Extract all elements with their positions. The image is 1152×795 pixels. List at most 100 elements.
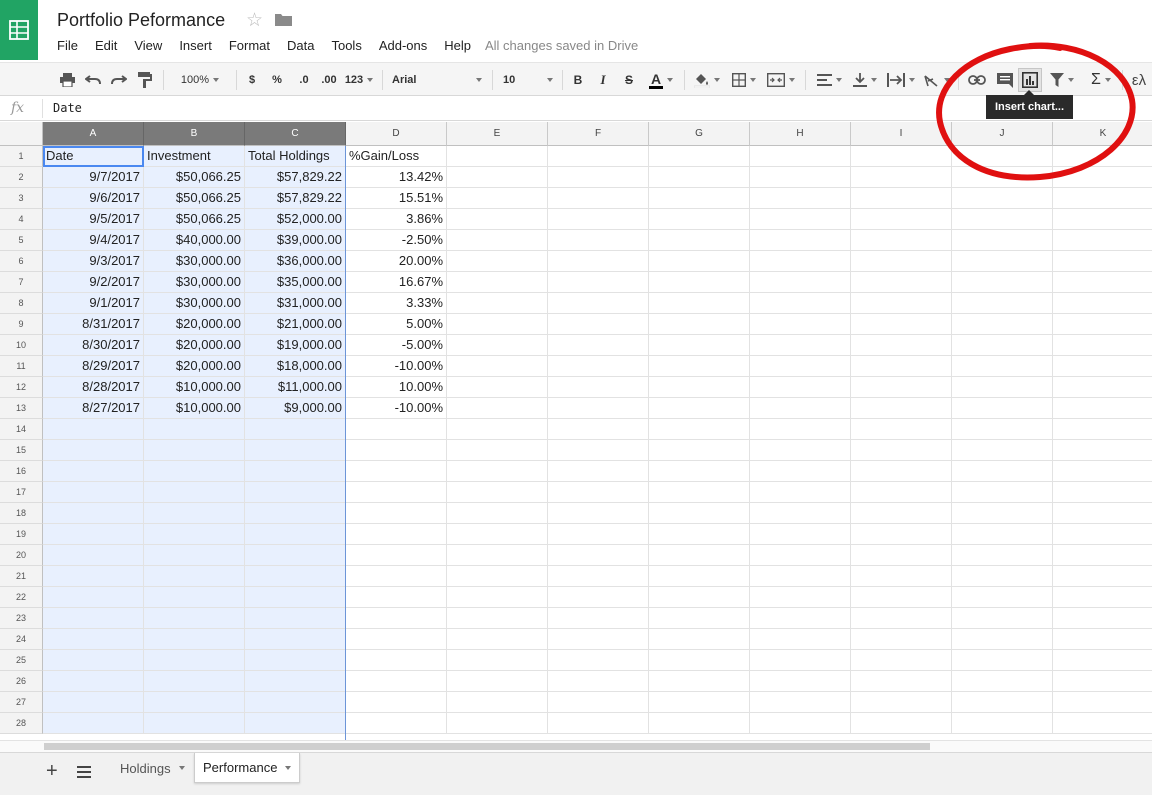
row-header-23[interactable]: 23 [0, 608, 43, 629]
cell-d19[interactable] [346, 524, 447, 545]
cell-j13[interactable] [952, 398, 1053, 419]
cell-k26[interactable] [1053, 671, 1152, 692]
row-header-6[interactable]: 6 [0, 251, 43, 272]
cell-k24[interactable] [1053, 629, 1152, 650]
cell-d21[interactable] [346, 566, 447, 587]
chevron-down-icon[interactable] [285, 765, 292, 770]
cell-b20[interactable] [144, 545, 245, 566]
cell-g12[interactable] [649, 377, 750, 398]
cell-f6[interactable] [548, 251, 649, 272]
cell-a10[interactable]: 8/30/2017 [43, 335, 144, 356]
cell-a8[interactable]: 9/1/2017 [43, 293, 144, 314]
cell-k6[interactable] [1053, 251, 1152, 272]
cell-f1[interactable] [548, 146, 649, 167]
cell-a24[interactable] [43, 629, 144, 650]
cell-a11[interactable]: 8/29/2017 [43, 356, 144, 377]
cell-e13[interactable] [447, 398, 548, 419]
cell-j22[interactable] [952, 587, 1053, 608]
cell-h9[interactable] [750, 314, 851, 335]
bold-button[interactable]: B [570, 69, 586, 91]
insert-link-icon[interactable] [966, 69, 988, 91]
cell-d2[interactable]: 13.42% [346, 167, 447, 188]
zoom-select[interactable]: 100% [172, 69, 228, 91]
italic-button[interactable]: I [595, 69, 611, 91]
cell-d7[interactable]: 16.67% [346, 272, 447, 293]
cell-c17[interactable] [245, 482, 346, 503]
column-header-i[interactable]: I [851, 122, 952, 146]
cell-h5[interactable] [750, 230, 851, 251]
row-header-22[interactable]: 22 [0, 587, 43, 608]
cell-h19[interactable] [750, 524, 851, 545]
sheet-tab-performance[interactable]: Performance [194, 753, 300, 783]
cell-d12[interactable]: 10.00% [346, 377, 447, 398]
cell-d20[interactable] [346, 545, 447, 566]
cell-b6[interactable]: $30,000.00 [144, 251, 245, 272]
cell-a2[interactable]: 9/7/2017 [43, 167, 144, 188]
cell-e19[interactable] [447, 524, 548, 545]
cell-c14[interactable] [245, 419, 346, 440]
cell-h24[interactable] [750, 629, 851, 650]
cell-a9[interactable]: 8/31/2017 [43, 314, 144, 335]
text-rotation-icon[interactable] [921, 69, 953, 91]
cell-c25[interactable] [245, 650, 346, 671]
cell-c11[interactable]: $18,000.00 [245, 356, 346, 377]
cell-k16[interactable] [1053, 461, 1152, 482]
cell-g26[interactable] [649, 671, 750, 692]
cell-f19[interactable] [548, 524, 649, 545]
cell-j1[interactable] [952, 146, 1053, 167]
cell-c2[interactable]: $57,829.22 [245, 167, 346, 188]
cell-j11[interactable] [952, 356, 1053, 377]
cell-h4[interactable] [750, 209, 851, 230]
cell-h18[interactable] [750, 503, 851, 524]
cell-c13[interactable]: $9,000.00 [245, 398, 346, 419]
cell-g5[interactable] [649, 230, 750, 251]
cell-e3[interactable] [447, 188, 548, 209]
cell-c15[interactable] [245, 440, 346, 461]
row-header-16[interactable]: 16 [0, 461, 43, 482]
cell-e25[interactable] [447, 650, 548, 671]
cell-a23[interactable] [43, 608, 144, 629]
cell-k23[interactable] [1053, 608, 1152, 629]
cell-g8[interactable] [649, 293, 750, 314]
cell-f17[interactable] [548, 482, 649, 503]
cell-a28[interactable] [43, 713, 144, 734]
cell-h23[interactable] [750, 608, 851, 629]
cell-f11[interactable] [548, 356, 649, 377]
cell-j7[interactable] [952, 272, 1053, 293]
cell-c6[interactable]: $36,000.00 [245, 251, 346, 272]
cell-k15[interactable] [1053, 440, 1152, 461]
cell-b5[interactable]: $40,000.00 [144, 230, 245, 251]
horizontal-scrollbar-thumb[interactable] [44, 743, 930, 750]
cell-h3[interactable] [750, 188, 851, 209]
cell-d25[interactable] [346, 650, 447, 671]
cell-h21[interactable] [750, 566, 851, 587]
cell-k2[interactable] [1053, 167, 1152, 188]
cell-d18[interactable] [346, 503, 447, 524]
row-header-5[interactable]: 5 [0, 230, 43, 251]
cell-d23[interactable] [346, 608, 447, 629]
cell-h26[interactable] [750, 671, 851, 692]
cell-k7[interactable] [1053, 272, 1152, 293]
cell-c12[interactable]: $11,000.00 [245, 377, 346, 398]
cell-i6[interactable] [851, 251, 952, 272]
cell-h20[interactable] [750, 545, 851, 566]
cell-a14[interactable] [43, 419, 144, 440]
row-header-18[interactable]: 18 [0, 503, 43, 524]
row-header-24[interactable]: 24 [0, 629, 43, 650]
cell-b22[interactable] [144, 587, 245, 608]
add-sheet-button[interactable]: + [46, 760, 58, 783]
cell-d9[interactable]: 5.00% [346, 314, 447, 335]
strikethrough-button[interactable]: S [621, 69, 637, 91]
cell-d28[interactable] [346, 713, 447, 734]
formula-input[interactable]: Date [53, 101, 82, 115]
cell-j3[interactable] [952, 188, 1053, 209]
cell-a3[interactable]: 9/6/2017 [43, 188, 144, 209]
cell-a20[interactable] [43, 545, 144, 566]
folder-icon[interactable] [275, 13, 292, 31]
cell-i8[interactable] [851, 293, 952, 314]
cell-h8[interactable] [750, 293, 851, 314]
cell-b2[interactable]: $50,066.25 [144, 167, 245, 188]
cell-f3[interactable] [548, 188, 649, 209]
more-formats-button[interactable]: 123 [343, 69, 375, 91]
filter-icon[interactable] [1046, 69, 1078, 91]
